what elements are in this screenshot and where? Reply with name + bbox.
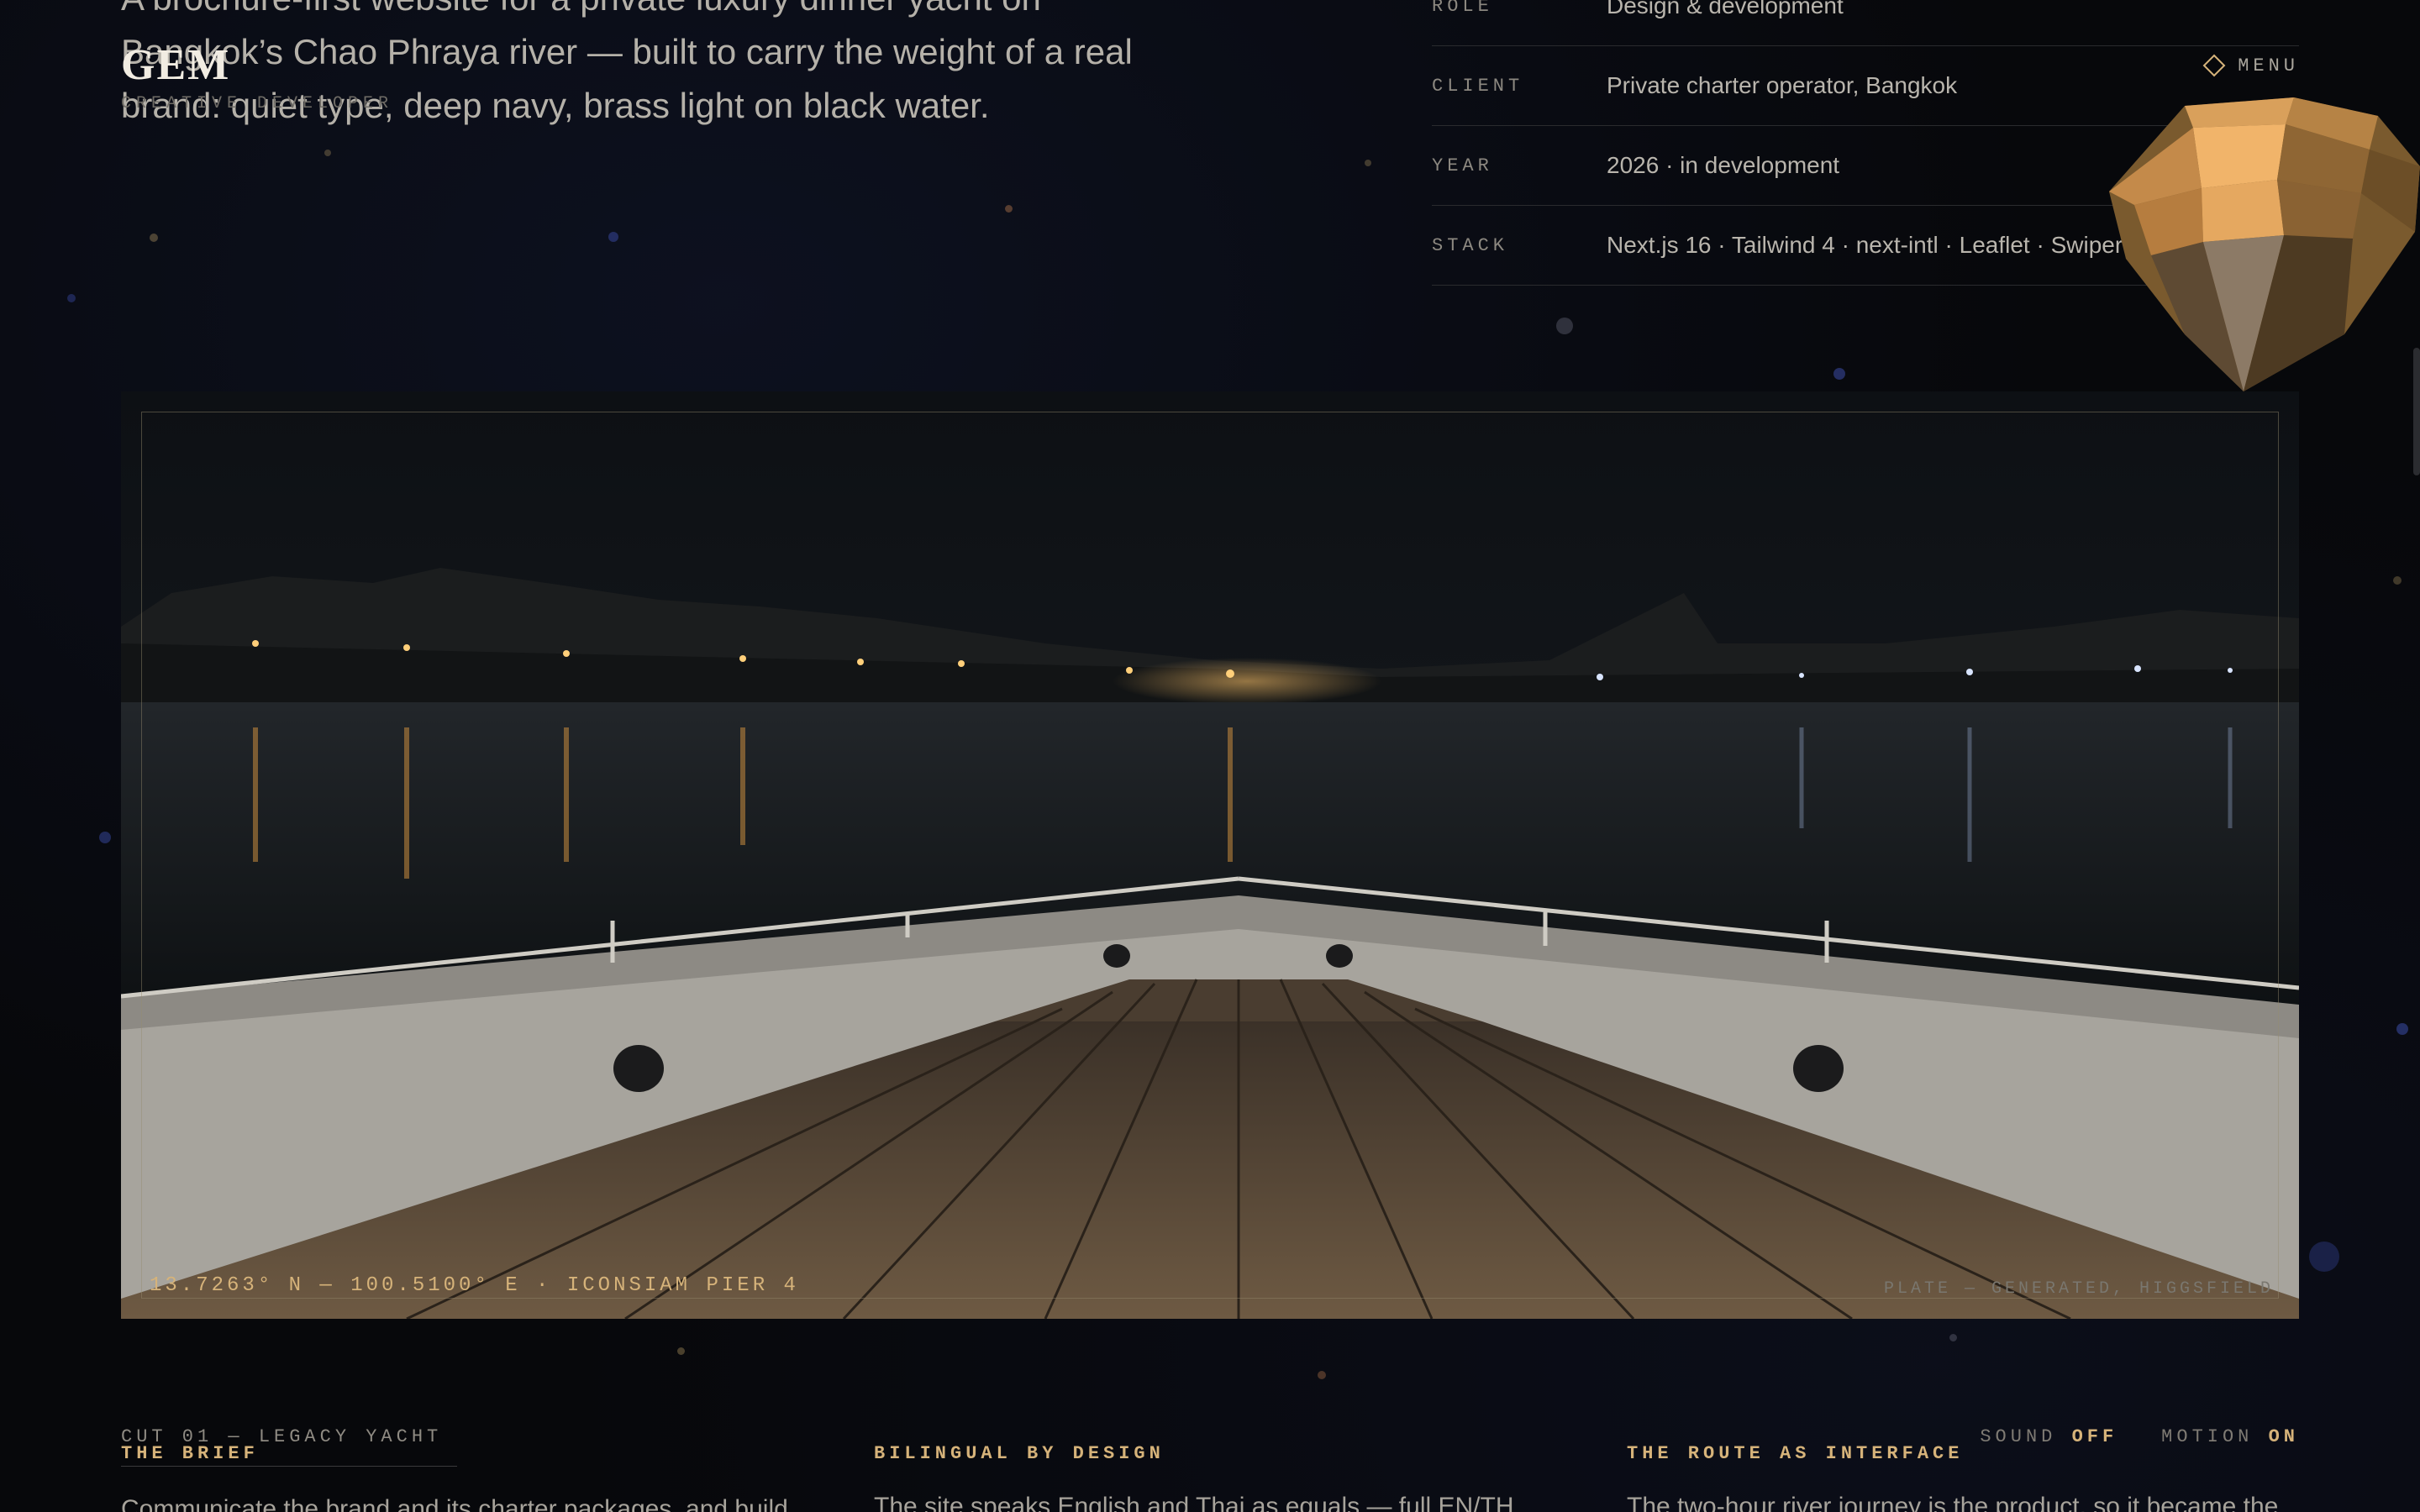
sound-label: SOUND (1980, 1426, 2057, 1447)
star (324, 150, 331, 156)
meta-value: Design & development (1607, 0, 1844, 18)
sound-state: OFF (2071, 1426, 2118, 1447)
sound-toggle[interactable]: SOUND OFF (1980, 1426, 2118, 1447)
scroll-indicator[interactable] (2413, 348, 2420, 475)
motion-label: MOTION (2161, 1426, 2254, 1447)
star (2393, 576, 2402, 585)
meta-key: Stack (1432, 234, 1509, 256)
star (67, 294, 76, 302)
column-title: THE BRIEF (121, 1443, 457, 1467)
meta-value: 2026 · in development (1607, 152, 1840, 178)
menu-label: MENU (2238, 55, 2299, 76)
column-bilingual: BILINGUAL BY DESIGN The site speaks Engl… (874, 1443, 1563, 1512)
hero-credit: PLATE — GENERATED, HIGGSFIELD (1883, 1279, 2274, 1299)
gem-3d-icon (2109, 97, 2420, 391)
column-body: The site speaks English and Thai as equa… (874, 1493, 1514, 1512)
star (608, 232, 618, 242)
star (677, 1347, 685, 1355)
hero-frame-border (141, 412, 2279, 1299)
meta-key: Year (1432, 155, 1493, 176)
meta-key: Role (1432, 0, 1493, 17)
star (1949, 1334, 1957, 1341)
column-body: Communicate the brand and its charter pa… (121, 1495, 788, 1512)
brand[interactable]: GEM Creative developer (121, 42, 394, 114)
hero-coordinates: 13.7263° N — 100.5100° E · ICONSIAM PIER… (150, 1274, 799, 1297)
meta-row-role: Role Design & development (1432, 0, 2299, 46)
star (2309, 1242, 2339, 1272)
brand-logo[interactable]: GEM (121, 42, 393, 89)
motion-state: ON (2268, 1426, 2299, 1447)
column-brief: THE BRIEF Communicate the brand and its … (121, 1443, 810, 1512)
motion-toggle[interactable]: MOTION ON (2161, 1426, 2299, 1447)
settings-toggles: SOUND OFF MOTION ON (1980, 1426, 2299, 1447)
star (1365, 160, 1371, 166)
meta-value: Private charter operator, Bangkok (1607, 72, 1958, 98)
meta-key: Client (1432, 75, 1524, 97)
column-title: BILINGUAL BY DESIGN (874, 1443, 1165, 1464)
star (1833, 368, 1845, 380)
meta-value: Next.js 16 · Tailwind 4 · next-intl · Le… (1607, 232, 2123, 258)
star (1556, 318, 1573, 334)
star (150, 234, 158, 242)
star (1318, 1371, 1326, 1379)
diamond-icon (2202, 54, 2226, 77)
star (2396, 1023, 2408, 1035)
intro-line: A brochure-first website for a private l… (121, 0, 1163, 25)
menu-button[interactable]: MENU (2202, 54, 2299, 77)
hero-image: 13.7263° N — 100.5100° E · ICONSIAM PIER… (121, 391, 2299, 1319)
column-route: THE ROUTE AS INTERFACE The two-hour rive… (1627, 1443, 2316, 1512)
brand-subtitle: Creative developer (121, 94, 394, 113)
star (99, 832, 111, 843)
column-body: The two-hour river journey is the produc… (1627, 1493, 2279, 1512)
star (1005, 205, 1013, 213)
